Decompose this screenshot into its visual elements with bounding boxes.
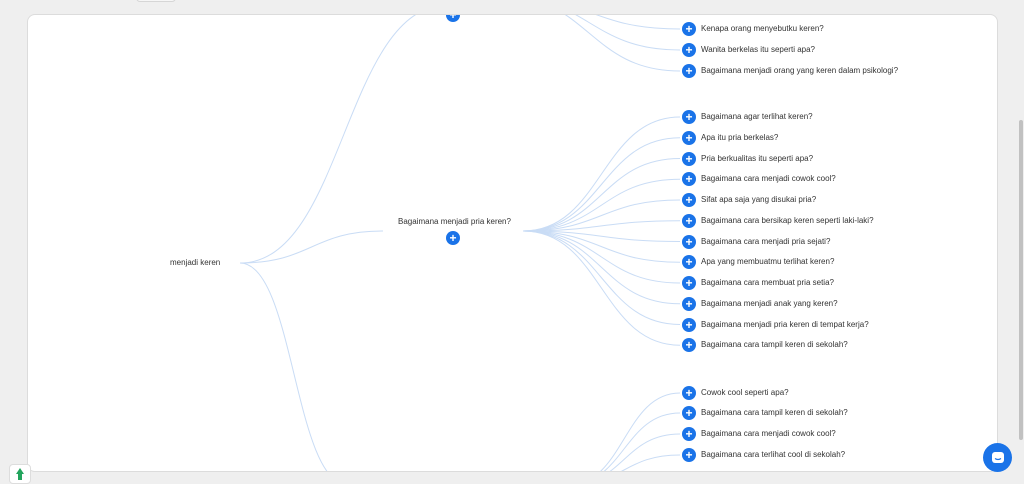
expand-plus-icon[interactable]: + xyxy=(682,64,696,78)
link-path xyxy=(522,158,681,232)
expand-plus-icon[interactable]: + xyxy=(682,317,696,332)
question-label: Bagaimana cara membuat pria setia? xyxy=(701,278,834,287)
question-label: Bagaimana cara tampil keren di sekolah? xyxy=(701,340,848,350)
branch-node-label: Bagaimana menjadi pria keren? xyxy=(398,217,511,226)
question-label: Pria berkualitas itu seperti apa? xyxy=(701,153,814,163)
expand-plus-icon[interactable]: + xyxy=(682,406,696,420)
expand-plus-icon[interactable]: + xyxy=(682,151,696,166)
chat-icon xyxy=(991,451,1004,463)
vertical-scrollbar[interactable] xyxy=(1018,0,1024,482)
expand-plus-icon[interactable]: + xyxy=(682,276,696,290)
expand-plus-icon[interactable]: + xyxy=(682,193,696,207)
link-path xyxy=(522,230,681,325)
expand-plus-icon[interactable]: + xyxy=(682,130,696,145)
link-path xyxy=(522,137,681,232)
expand-plus-icon[interactable]: + xyxy=(682,448,696,462)
expand-plus-icon[interactable]: + xyxy=(682,386,696,400)
horizontal-scrollbar[interactable] xyxy=(27,472,996,482)
expand-plus-icon[interactable]: + xyxy=(682,234,696,249)
question-label: Bagaimana menjadi anak yang keren? xyxy=(701,298,838,308)
question-label: Cowok cool seperti apa? xyxy=(701,388,789,397)
question-label: Apa yang membuatmu terlihat keren? xyxy=(701,257,835,267)
question-label: Bagaimana menjadi orang yang keren dalam… xyxy=(701,66,899,75)
expand-plus-icon[interactable]: + xyxy=(682,296,696,311)
question-label: Apa itu pria berkelas? xyxy=(701,132,779,142)
link-path xyxy=(522,178,681,232)
question-label: Kenapa orang menyebutku keren? xyxy=(701,24,824,33)
question-label: Bagaimana cara bersikap keren seperti la… xyxy=(701,215,874,225)
expand-plus-icon[interactable]: + xyxy=(682,43,696,57)
question-label: Bagaimana cara menjadi cowok cool? xyxy=(701,174,836,184)
link-path xyxy=(522,230,681,284)
chat-button[interactable] xyxy=(983,443,1012,472)
question-label: Bagaimana cara terlihat cool di sekolah? xyxy=(701,450,846,459)
link-path xyxy=(621,454,681,471)
scrollbar-thumb[interactable] xyxy=(1019,120,1023,440)
root-link-path xyxy=(239,230,384,264)
question-label: Bagaimana agar terlihat keren? xyxy=(701,112,813,121)
link-path xyxy=(522,230,681,305)
expand-plus-icon[interactable]: + xyxy=(682,22,696,36)
question-label: Sifat apa saja yang disukai pria? xyxy=(701,195,817,204)
link-path xyxy=(522,230,681,346)
root-node[interactable]: menjadi keren xyxy=(170,258,220,268)
feedback-button[interactable] xyxy=(9,464,31,484)
link-path xyxy=(522,116,681,232)
mindmap-canvas: menjadi keren + Bagaimana menjadi pria k… xyxy=(27,14,998,472)
top-left-button[interactable] xyxy=(136,0,176,2)
root-link-path xyxy=(239,262,328,471)
expand-plus-icon[interactable]: + xyxy=(682,213,696,228)
question-label: Wanita berkelas itu seperti apa? xyxy=(701,45,815,54)
question-label: Bagaimana menjadi pria keren di tempat k… xyxy=(701,319,869,329)
link-path xyxy=(564,15,681,72)
question-label: Bagaimana cara tampil keren di sekolah? xyxy=(701,408,848,417)
expand-plus-icon[interactable]: + xyxy=(682,427,696,441)
feedback-icon xyxy=(16,468,24,480)
branch-expand-icon[interactable]: + xyxy=(446,231,460,245)
expand-plus-icon[interactable]: + xyxy=(682,110,696,124)
mindmap-links xyxy=(239,15,681,471)
question-label: Bagaimana cara menjadi pria sejati? xyxy=(701,236,831,246)
question-label: Bagaimana cara menjadi cowok cool? xyxy=(701,429,836,438)
link-path xyxy=(603,412,681,471)
